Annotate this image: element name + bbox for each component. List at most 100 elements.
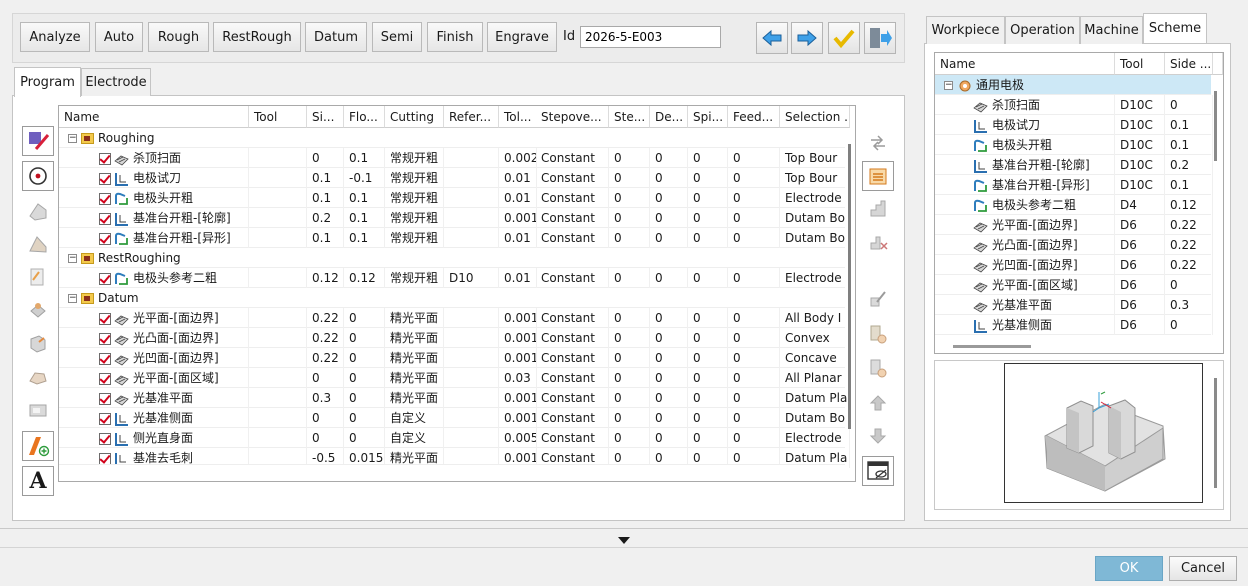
table-cell[interactable]: 0.1 <box>307 168 344 188</box>
exit-button[interactable] <box>864 22 896 54</box>
table-cell[interactable]: 0 <box>688 328 728 348</box>
table-cell[interactable]: 0.22 <box>307 348 344 368</box>
table-cell[interactable] <box>444 228 499 248</box>
table-cell[interactable]: Constant <box>536 328 609 348</box>
table-cell[interactable]: All Planar <box>780 368 850 388</box>
table-cell[interactable]: 0 <box>688 408 728 428</box>
electrode-add-tool[interactable] <box>22 431 54 461</box>
table-cell[interactable]: 0 <box>688 168 728 188</box>
scheme-tool-cell[interactable]: D4 <box>1115 195 1165 215</box>
table-cell[interactable]: 0 <box>650 408 688 428</box>
table-cell[interactable]: 0 <box>650 388 688 408</box>
enabled-checkbox[interactable] <box>99 432 111 445</box>
table-cell[interactable]: 精光平面 <box>385 368 444 388</box>
column-header[interactable]: Spi... <box>688 106 728 128</box>
scheme-tool-cell[interactable]: D6 <box>1115 235 1165 255</box>
scheme-side-cell[interactable]: 0.22 <box>1165 255 1213 275</box>
move-right-button[interactable] <box>791 22 823 54</box>
enabled-checkbox[interactable] <box>99 392 111 405</box>
table-cell[interactable] <box>249 148 307 168</box>
table-cell[interactable]: 0 <box>650 368 688 388</box>
table-cell[interactable] <box>249 408 307 428</box>
table-cell[interactable]: 0.3 <box>307 388 344 408</box>
table-cell[interactable]: 0 <box>609 348 650 368</box>
table-cell[interactable]: 0.005 <box>499 428 537 448</box>
table-cell[interactable]: 0 <box>609 308 650 328</box>
table-row[interactable]: 光凸面-[面边界] 0.22 0 精光平面 0.001 Constant 0 0 0 0 Conve… <box>59 328 850 348</box>
move-left-button[interactable] <box>756 22 788 54</box>
center-point-tool[interactable] <box>22 161 54 191</box>
table-cell[interactable] <box>444 408 499 428</box>
table-cell[interactable]: Top Bour <box>780 168 850 188</box>
table-cell[interactable]: 0 <box>609 188 650 208</box>
table-cell[interactable]: 常规开粗 <box>385 208 444 228</box>
scheme-tool-cell[interactable]: D10C <box>1115 115 1165 135</box>
ok-button[interactable]: OK <box>1095 556 1163 581</box>
scheme-side-cell[interactable]: 0.3 <box>1165 295 1213 315</box>
enabled-checkbox[interactable] <box>99 312 111 325</box>
column-header[interactable]: Selection ... <box>780 106 850 128</box>
semi-button[interactable]: Semi <box>372 22 422 52</box>
table-cell[interactable]: Dutam Bo <box>780 408 850 428</box>
table-cell[interactable] <box>444 168 499 188</box>
scheme-row[interactable]: 光基准侧面 D6 0 <box>935 315 1213 335</box>
table-cell[interactable] <box>444 208 499 228</box>
analyze-wizard-tool[interactable] <box>22 126 54 156</box>
table-cell[interactable]: Electrode <box>780 428 850 448</box>
table-cell[interactable] <box>249 428 307 448</box>
table-cell[interactable]: 0 <box>688 208 728 228</box>
column-header[interactable]: Tool <box>1115 53 1165 75</box>
table-cell[interactable] <box>444 148 499 168</box>
scheme-row[interactable]: 杀顶扫面 D10C 0 <box>935 95 1213 115</box>
scheme-side-cell[interactable]: 0.22 <box>1165 235 1213 255</box>
table-cell[interactable]: 0 <box>650 208 688 228</box>
text-tool[interactable]: A <box>22 466 54 496</box>
table-cell[interactable]: Constant <box>536 428 609 448</box>
table-cell[interactable]: 0 <box>344 368 385 388</box>
table-cell[interactable]: 0 <box>728 268 780 288</box>
table-cell[interactable]: Constant <box>536 228 609 248</box>
table-cell[interactable]: 0 <box>728 148 780 168</box>
restrough-button[interactable]: RestRough <box>213 22 301 52</box>
scheme-row[interactable]: 基准台开粗-[轮廓] D10C 0.2 <box>935 155 1213 175</box>
table-cell[interactable]: 0 <box>307 148 344 168</box>
table-cell[interactable] <box>444 368 499 388</box>
column-header[interactable]: Refer... <box>444 106 499 128</box>
scheme-row[interactable]: 电极头参考二粗 D4 0.12 <box>935 195 1213 215</box>
table-row[interactable]: 基准台开粗-[轮廓] 0.2 0.1 常规开粗 0.001 Constant 0 0 0 0 Dut… <box>59 208 850 228</box>
table-row[interactable]: 杀顶扫面 0 0.1 常规开粗 0.002 Constant 0 0 0 0 Top Bour <box>59 148 850 168</box>
table-cell[interactable]: 0 <box>344 328 385 348</box>
scheme-tool-cell[interactable]: D6 <box>1115 275 1165 295</box>
table-cell[interactable]: 0.12 <box>307 268 344 288</box>
table-cell[interactable] <box>249 228 307 248</box>
tab-program[interactable]: Program <box>14 67 81 97</box>
table-cell[interactable] <box>444 348 499 368</box>
scheme-row[interactable]: 光凹面-[面边界] D6 0.22 <box>935 255 1213 275</box>
scheme-tool-cell[interactable]: D10C <box>1115 155 1165 175</box>
column-header[interactable]: Feed... <box>728 106 780 128</box>
table-cell[interactable]: 0 <box>650 308 688 328</box>
tab-scheme[interactable]: Scheme <box>1143 13 1207 43</box>
table-cell[interactable]: 0 <box>688 428 728 448</box>
finish-button[interactable]: Finish <box>427 22 483 52</box>
scheme-side-cell[interactable]: 0.1 <box>1165 115 1213 135</box>
table-cell[interactable]: 0 <box>688 368 728 388</box>
table-cell[interactable] <box>444 328 499 348</box>
enabled-checkbox[interactable] <box>99 452 111 465</box>
scheme-table-vscroll-thumb[interactable] <box>1214 91 1217 161</box>
table-cell[interactable]: 0.001 <box>499 408 537 428</box>
table-cell[interactable]: 0 <box>728 368 780 388</box>
table-cell[interactable]: 0 <box>344 428 385 448</box>
table-cell[interactable]: 0 <box>650 148 688 168</box>
table-cell[interactable]: 0.001 <box>499 328 537 348</box>
enabled-checkbox[interactable] <box>99 212 111 225</box>
table-cell[interactable]: 0 <box>688 308 728 328</box>
table-group-row[interactable]: − Roughing <box>59 128 845 148</box>
table-cell[interactable]: 0.001 <box>499 308 537 328</box>
table-cell[interactable]: 0 <box>609 388 650 408</box>
column-header[interactable]: Stepove... <box>536 106 609 128</box>
collapse-toggle-icon[interactable]: − <box>68 134 77 143</box>
table-cell[interactable]: All Body I <box>780 308 850 328</box>
tab-machine[interactable]: Machine <box>1080 16 1143 44</box>
table-cell[interactable]: 0 <box>688 228 728 248</box>
